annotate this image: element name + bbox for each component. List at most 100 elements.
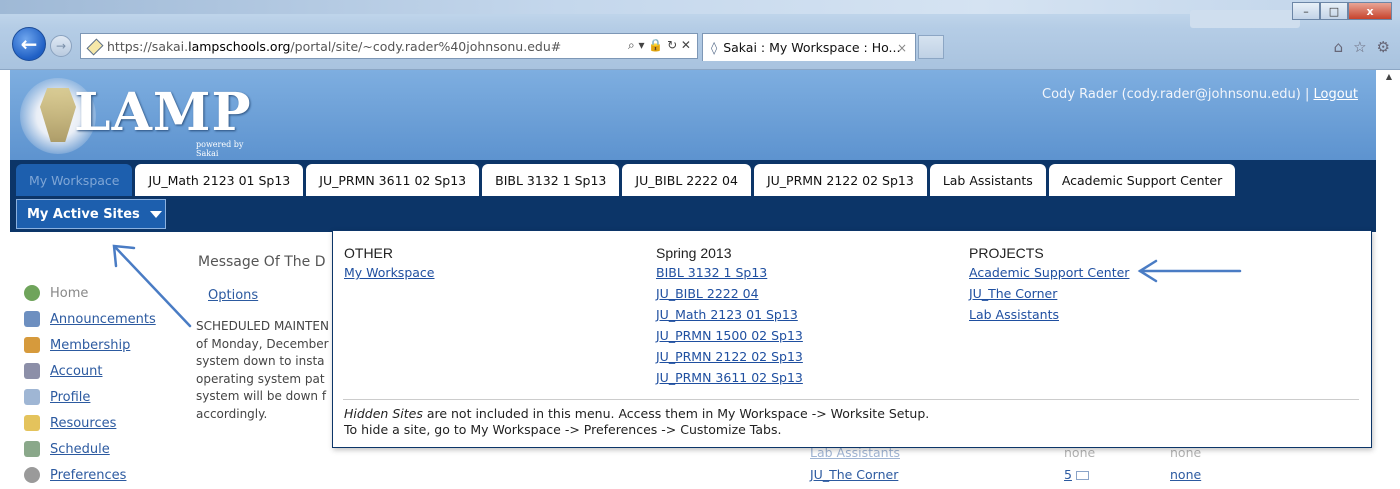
site-link-ju-the-corner[interactable]: JU_The Corner [969,283,1129,304]
tool-link[interactable]: Membership [50,338,130,353]
profile-icon [24,389,40,405]
forward-button[interactable]: → [50,35,72,57]
calendar-icon [24,441,40,457]
note-emphasis: Hidden Sites [344,406,423,421]
tab-ju-math-2123[interactable]: JU_Math 2123 01 Sp13 [135,164,304,196]
forward-arrow-icon: → [55,39,67,53]
tab-close-icon[interactable]: × [897,41,907,55]
motd-line: of Monday, December [196,336,329,351]
tab-my-workspace[interactable]: My Workspace [16,164,133,196]
site-link-ju-math-2123[interactable]: JU_Math 2123 01 Sp13 [656,304,803,325]
tool-link[interactable]: Profile [50,390,90,405]
site-link-ju-prmn-3611[interactable]: JU_PRMN 3611 02 Sp13 [656,367,803,388]
tab-favicon-icon: ◊ [711,40,718,55]
site-navigation: My Workspace JU_Math 2123 01 Sp13 JU_PRM… [10,160,1376,232]
table-cell-link[interactable]: none [1170,467,1201,482]
site-link-bibl-3132[interactable]: BIBL 3132 1 Sp13 [656,262,803,283]
tab-ju-prmn-3611[interactable]: JU_PRMN 3611 02 Sp13 [306,164,480,196]
close-window-button[interactable]: x [1348,2,1392,20]
back-arrow-icon: ← [20,32,38,56]
account-icon [24,363,40,379]
site-favicon-icon [87,39,101,53]
note-line-1: Hidden Sites are not included in this me… [344,406,929,422]
note-line-2: To hide a site, go to My Workspace -> Pr… [344,422,782,437]
tool-item-membership[interactable]: Membership [24,332,156,358]
announcements-icon [24,311,40,327]
tab-lab-assistants[interactable]: Lab Assistants [929,164,1046,196]
motd-line: system will be down f [196,389,327,403]
motd-body: SCHEDULED MAINTEN of Monday, December sy… [196,318,334,423]
browser-chrome: – □ x ← → https://sakai. lampschools.org /… [0,0,1400,70]
tab-ju-prmn-2122[interactable]: JU_PRMN 2122 02 Sp13 [753,164,927,196]
portal-header: LAMP powered by Sakai Cody Rader (cody.r… [10,70,1376,160]
separator: | [1300,87,1314,102]
url-host: lampschools.org [188,38,291,54]
motd-line: accordingly. [196,406,268,421]
site-link-academic-support-center[interactable]: Academic Support Center [969,262,1129,283]
site-link-ju-prmn-1500[interactable]: JU_PRMN 1500 02 Sp13 [656,325,803,346]
table-row: JU_The Corner 5 none [810,467,1260,489]
settings-gear-icon[interactable]: ⚙ [1377,38,1390,56]
my-active-sites-label: My Active Sites [27,206,140,222]
message-count[interactable]: 5 [1064,467,1072,482]
gear-icon [24,467,40,483]
tool-item-home[interactable]: Home [24,280,156,306]
tool-label: Home [50,285,89,301]
home-icon[interactable]: ⌂ [1334,38,1344,56]
motd-title: Message Of The D [198,254,326,270]
lamp-logo: LAMP powered by Sakai [16,76,266,158]
dropdown-divider [343,399,1359,400]
tool-item-profile[interactable]: Profile [24,384,156,410]
tool-item-schedule[interactable]: Schedule [24,436,156,462]
browser-tab-title: Sakai : My Workspace : Ho... [723,40,901,55]
dropdown-column-spring-2013: Spring 2013 BIBL 3132 1 Sp13 JU_BIBL 222… [656,245,803,388]
message-count-cell[interactable]: 5 [1064,467,1089,482]
tool-item-preferences[interactable]: Preferences [24,462,156,488]
url-path: /portal/site/~cody.rader%40johnsonu.edu# [290,38,562,54]
tab-bibl-3132[interactable]: BIBL 3132 1 Sp13 [482,164,620,196]
motd-line: system down to insta [196,354,325,368]
site-link-lab-assistants[interactable]: Lab Assistants [969,304,1129,325]
tool-link[interactable]: Schedule [50,442,110,457]
active-sites-dropdown: OTHER My Workspace Spring 2013 BIBL 3132… [332,230,1372,448]
scrollbar-up-arrow[interactable]: ▲ [1382,72,1396,86]
logo-subtitle: powered by Sakai [196,140,244,158]
site-link[interactable]: JU_The Corner [810,467,898,482]
tool-link[interactable]: Resources [50,416,116,431]
site-link-my-workspace[interactable]: My Workspace [344,262,434,283]
back-button[interactable]: ← [12,27,46,61]
motd-line: operating system pat [196,371,325,386]
tool-item-account[interactable]: Account [24,358,156,384]
hidden-sites-note: Hidden Sites are not included in this me… [344,406,929,438]
sites-table-fragment: Lab Assistants none none JU_The Corner 5… [810,445,1260,489]
tool-link[interactable]: Announcements [50,312,156,327]
tab-academic-support-center[interactable]: Academic Support Center [1048,164,1236,196]
folder-icon [24,415,40,431]
tool-item-resources[interactable]: Resources [24,410,156,436]
note-text: are not included in this menu. Access th… [422,406,930,421]
dropdown-column-projects: PROJECTS Academic Support Center JU_The … [969,245,1129,325]
motd-options-link[interactable]: Options [208,288,258,303]
title-search-box[interactable] [1190,10,1300,28]
logo-text: LAMP [74,82,252,143]
browser-tab-active[interactable]: ◊ Sakai : My Workspace : Ho... × [702,33,916,61]
new-tab-button[interactable] [918,35,944,59]
address-tools[interactable]: ⌕ ▾ 🔒 ↻ ✕ [628,38,691,53]
my-active-sites-button[interactable]: My Active Sites [16,199,166,229]
site-link-ju-prmn-2122[interactable]: JU_PRMN 2122 02 Sp13 [656,346,803,367]
favorites-star-icon[interactable]: ☆ [1353,38,1366,56]
address-bar[interactable]: https://sakai. lampschools.org/portal/sit… [80,33,698,59]
maximize-button[interactable]: □ [1320,2,1348,20]
minimize-button[interactable]: – [1292,2,1320,20]
url-prefix: https://sakai. [107,38,189,54]
tool-item-announcements[interactable]: Announcements [24,306,156,332]
motd-line: SCHEDULED MAINTEN [196,319,329,333]
user-login-info: Cody Rader (cody.rader@johnsonu.edu) | L… [1042,87,1358,102]
site-link-ju-bibl-2222[interactable]: JU_BIBL 2222 04 [656,283,803,304]
tool-link[interactable]: Account [50,364,103,379]
tool-link[interactable]: Preferences [50,468,126,483]
logout-link[interactable]: Logout [1313,87,1358,102]
site-tabs: My Workspace JU_Math 2123 01 Sp13 JU_PRM… [16,164,1236,196]
tab-ju-bibl-2222[interactable]: JU_BIBL 2222 04 [622,164,751,196]
browser-toolbar-icons: ⌂ ☆ ⚙ [1334,38,1390,56]
